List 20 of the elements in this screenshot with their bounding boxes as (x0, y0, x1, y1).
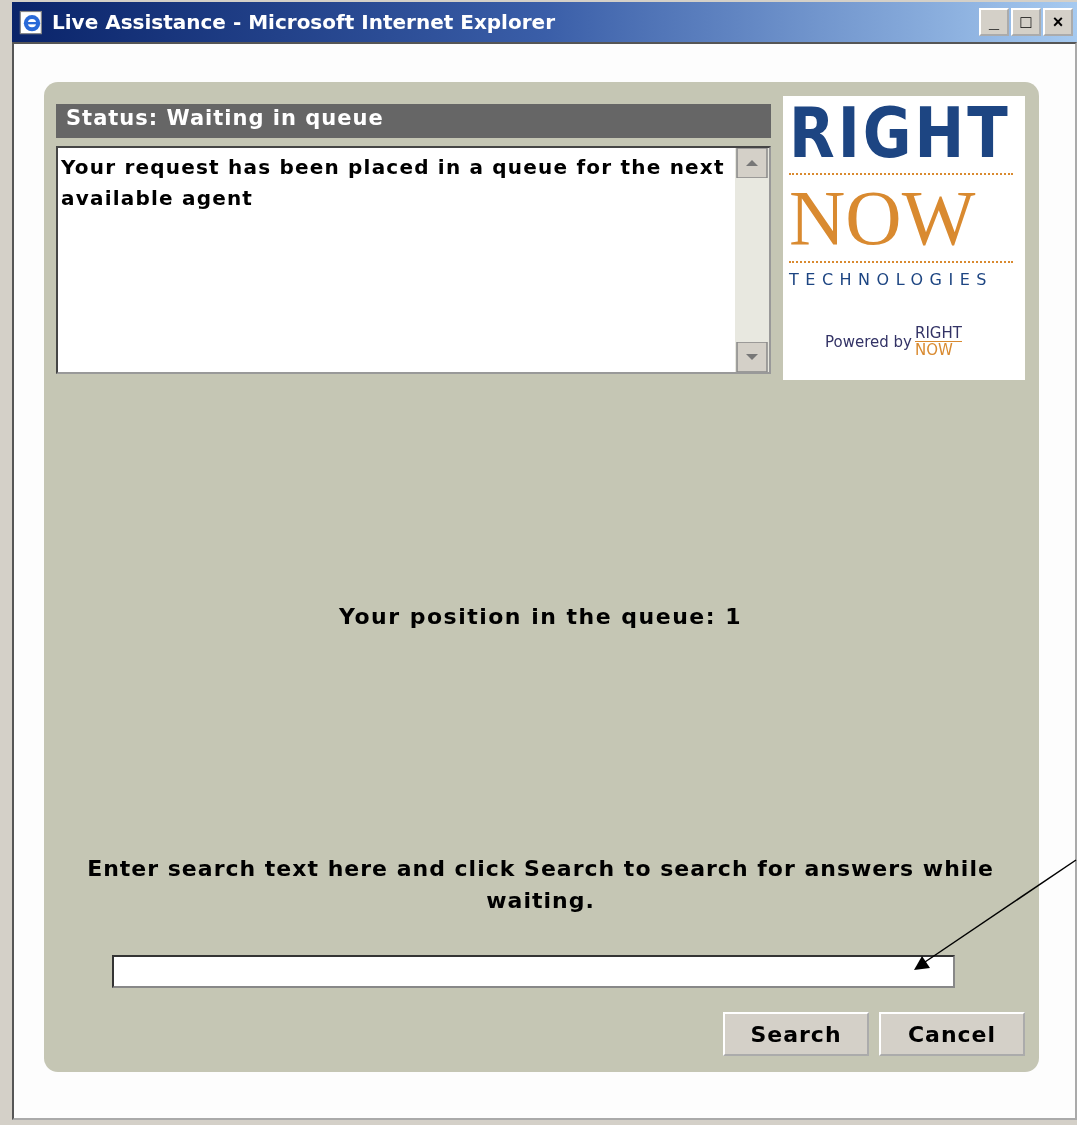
mini-logo-now: NOW (914, 342, 954, 358)
mini-logo-right: RIGHT (914, 325, 962, 342)
scroll-up-icon[interactable] (735, 148, 769, 178)
maximize-button[interactable]: □ (1011, 8, 1041, 36)
search-prompt: Enter search text here and click Search to search for answers while waiting. (86, 855, 995, 915)
minimize-button[interactable]: _ (979, 8, 1009, 36)
window-title: Live Assistance - Microsoft Internet Explorer (52, 10, 556, 34)
logo-tagline: TECHNOLOGIES (789, 270, 994, 289)
cancel-button[interactable]: Cancel (879, 1012, 1025, 1056)
powered-by-text: Powered by (825, 332, 912, 351)
logo-right: RIGHT (789, 96, 1012, 172)
search-button[interactable]: Search (723, 1012, 869, 1056)
search-field[interactable] (112, 955, 955, 988)
close-button[interactable]: × (1043, 8, 1073, 36)
scroll-down-icon[interactable] (735, 342, 769, 372)
logo-now: NOW (789, 178, 977, 258)
scrollbar[interactable] (735, 148, 769, 372)
queue-position: Your position in the queue: 1 (338, 604, 743, 629)
transcript-text: Your request has been placed in a queue for the next available agent (60, 154, 726, 212)
status-header: Status: Waiting in queue (56, 104, 771, 138)
